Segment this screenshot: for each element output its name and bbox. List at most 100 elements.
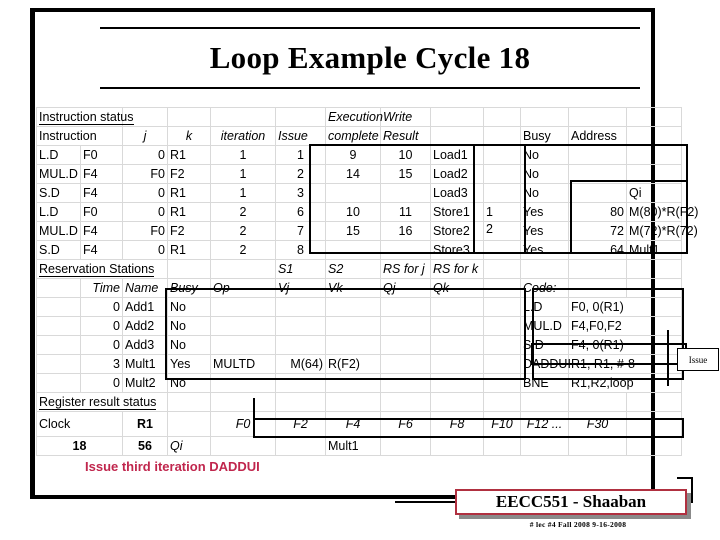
- spacer-cell: [568, 259, 627, 279]
- table-row: Instruction status Execution Write: [36, 107, 682, 127]
- reg-name: F6: [380, 411, 431, 437]
- spacer-cell: [275, 107, 326, 127]
- rs-name: Add1: [122, 297, 168, 317]
- rs-qj: [380, 354, 431, 374]
- lsu-name: Load1: [430, 145, 484, 165]
- page-title: Loop Example Cycle 18: [209, 40, 531, 75]
- rs-op: [210, 297, 276, 317]
- instr-complete: [325, 183, 381, 203]
- lsu-name: Load2: [430, 164, 484, 184]
- instr-result: [380, 240, 431, 260]
- spacer-cell: [430, 107, 484, 127]
- bottom-note: Issue third iteration DADDUI: [85, 459, 260, 474]
- header-rs-busy: Busy: [167, 278, 211, 298]
- issue-callout: Issue: [677, 348, 719, 371]
- code-op: DADDUI: [520, 354, 571, 374]
- rs-time: 0: [80, 316, 123, 336]
- rs-vk: [325, 316, 381, 336]
- spacer-cell: [483, 354, 521, 374]
- rs-qk: [430, 335, 484, 355]
- rs-time: 3: [80, 354, 123, 374]
- rs-vk: [325, 297, 381, 317]
- spacer-cell: [626, 126, 682, 146]
- spacer-cell: [210, 392, 276, 412]
- lsu-name: Load3: [430, 183, 484, 203]
- scoreboard-table: Instruction status Execution Write Instr…: [36, 107, 698, 456]
- header-qj: Qj: [380, 278, 431, 298]
- spacer-cell: [380, 392, 431, 412]
- instr-issue: 1: [275, 145, 326, 165]
- instr-result: 11: [380, 202, 431, 222]
- header-write: Write: [380, 107, 431, 127]
- header-execution: Execution: [325, 107, 383, 127]
- lsu-sup: [483, 164, 521, 184]
- table-row: Clock R1 F0 F2 F4 F6 F8 F10 F12 ... F30: [36, 411, 682, 437]
- instr-iteration: 1: [210, 145, 276, 165]
- lsu-qi: [626, 145, 682, 165]
- instr-iteration: 2: [210, 240, 276, 260]
- header-instruction: Instruction: [36, 126, 123, 146]
- rs-qk: [430, 373, 484, 393]
- code-args: F4,F0,F2: [568, 316, 682, 336]
- instr-op: L.D: [36, 202, 81, 222]
- code-args: F4, 0(R1): [568, 335, 682, 355]
- spacer-cell: [568, 107, 627, 127]
- spacer-cell: [520, 107, 569, 127]
- reg-name: F0: [210, 411, 276, 437]
- instr-k: R1: [167, 145, 211, 165]
- reg-name: F10: [483, 411, 521, 437]
- spacer-cell: [325, 392, 381, 412]
- footer-box: EECC551 - Shaaban: [455, 489, 687, 515]
- code-args: R1, R1, #-8: [568, 354, 682, 374]
- rs-busy: Yes: [167, 354, 211, 374]
- footer-rule-top: [677, 477, 693, 479]
- outline-reg-right: [682, 418, 684, 438]
- reg-name: F4: [325, 411, 381, 437]
- table-row: MUL.D F4 F0 F2 1 2 14 15 Load2 No: [36, 164, 682, 184]
- code-args: R1,R2,loop: [568, 373, 682, 393]
- instr-complete: 9: [325, 145, 381, 165]
- rs-qk: [430, 354, 484, 374]
- header-time: Time: [80, 278, 123, 298]
- lsu-busy: No: [520, 183, 569, 203]
- spacer-cell: [520, 259, 569, 279]
- instr-issue: 7: [275, 221, 326, 241]
- rs-busy: No: [167, 373, 211, 393]
- rs-vj: [275, 335, 326, 355]
- code-op: L.D: [520, 297, 569, 317]
- spacer-cell: [483, 373, 521, 393]
- header-vj: Vj: [275, 278, 326, 298]
- rs-vj: [275, 373, 326, 393]
- lsu-sup: [483, 183, 521, 203]
- instr-dest: F4: [80, 221, 123, 241]
- lsu-name: Store3: [430, 240, 484, 260]
- table-row: S.D F4 0 R1 1 3 Load3 No Qi: [36, 183, 682, 203]
- lsu-qi: [626, 164, 682, 184]
- spacer-cell: [483, 297, 521, 317]
- instr-iteration: 2: [210, 202, 276, 222]
- header-iteration: iteration: [210, 126, 276, 146]
- rs-name: Mult1: [122, 354, 168, 374]
- instruction-status-label: Instruction status: [36, 107, 134, 127]
- lsu-busy: No: [520, 164, 569, 184]
- spacer-cell: [430, 126, 484, 146]
- reg-name: F8: [430, 411, 484, 437]
- instr-j: 0: [122, 183, 168, 203]
- header-op: Op: [210, 278, 276, 298]
- rs-name: Add3: [122, 335, 168, 355]
- spacer-cell: [483, 126, 521, 146]
- header-rs-for-j: RS for j: [380, 259, 431, 279]
- lsu-name: Store1: [430, 202, 484, 222]
- rs-busy: No: [167, 335, 211, 355]
- rs-op: [210, 373, 276, 393]
- instr-iteration: 1: [210, 164, 276, 184]
- spacer-cell: [626, 392, 682, 412]
- table-row: Reservation Stations S1 S2 RS for j RS f…: [36, 259, 682, 279]
- reg-value: [430, 436, 484, 456]
- spacer-cell: [36, 316, 81, 336]
- spacer-cell: [36, 354, 81, 374]
- lsu-address: 80: [568, 202, 627, 222]
- spacer-cell: [483, 107, 521, 127]
- instr-issue: 6: [275, 202, 326, 222]
- table-row: 0 Add1 No L.D F0, 0(R1): [36, 297, 682, 317]
